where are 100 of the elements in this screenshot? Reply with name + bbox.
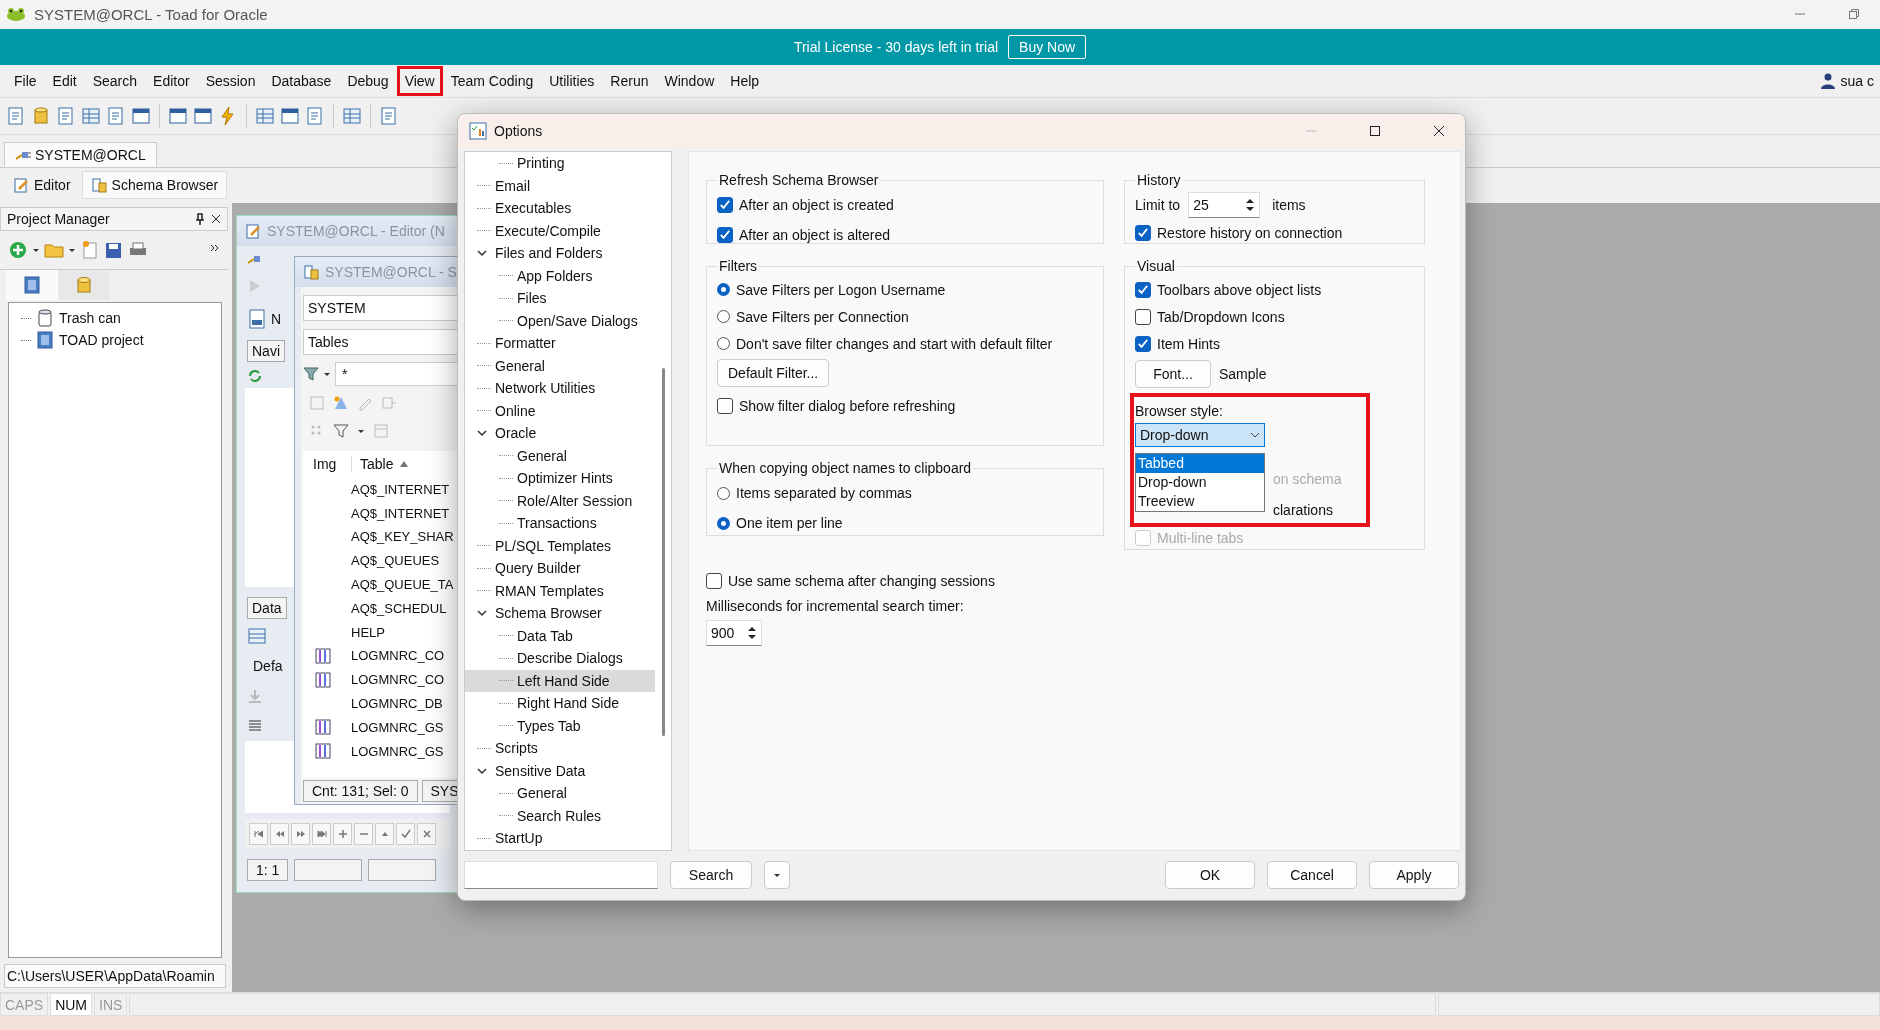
grid-icon[interactable] (247, 626, 267, 647)
limit-spinner[interactable]: 25 (1188, 192, 1261, 218)
radio-button[interactable] (717, 486, 730, 500)
browser-style-dropdown[interactable]: Drop-down (1135, 423, 1265, 447)
caret-icon[interactable] (32, 246, 40, 255)
table-name[interactable]: AQ$_INTERNET (351, 481, 450, 497)
tree-item[interactable]: Network Utilities (495, 380, 596, 397)
menu-item[interactable]: Search (84, 65, 146, 96)
tree-item[interactable]: Role/Alter Session (517, 492, 633, 509)
table-name[interactable]: LOGMNRC_CO (351, 672, 445, 688)
chevron-icon[interactable] (477, 428, 487, 439)
grid-icon[interactable] (81, 105, 101, 126)
table-name[interactable]: AQ$_KEY_SHAR (351, 529, 454, 545)
buy-now-button[interactable]: Buy Now (1008, 34, 1087, 59)
tree-item[interactable]: Files and Folders (495, 245, 603, 262)
search-field[interactable] (464, 861, 658, 889)
tree-item[interactable]: Email (495, 177, 530, 194)
window-icon[interactable] (168, 105, 188, 126)
last-button[interactable] (312, 823, 331, 846)
menu-item[interactable]: Editor (145, 65, 198, 96)
timer-spinner[interactable]: 900 (706, 620, 762, 646)
sql-tab[interactable]: N (271, 311, 282, 328)
check-button[interactable] (396, 823, 415, 846)
menu-item[interactable]: Database (263, 65, 340, 96)
menu-item[interactable]: File (6, 65, 45, 96)
chevron-icon[interactable] (477, 248, 487, 259)
checkbox[interactable] (717, 227, 733, 243)
window-icon[interactable] (131, 105, 151, 126)
caret-icon[interactable] (68, 246, 76, 255)
default-filter-button[interactable]: Default Filter... (717, 359, 830, 387)
checkbox[interactable] (1135, 308, 1151, 325)
panel-tab[interactable] (58, 270, 110, 301)
document-tab[interactable]: Editor (4, 171, 80, 200)
column-header[interactable]: Table (351, 456, 410, 473)
search-button[interactable]: Search (670, 861, 752, 889)
tree-item[interactable]: Sensitive Data (495, 762, 586, 779)
table-name[interactable]: LOGMNRC_CO (351, 648, 445, 664)
radio-button[interactable] (717, 283, 730, 296)
document-icon[interactable] (106, 105, 126, 126)
panel-tab[interactable] (6, 270, 58, 301)
radio-button[interactable] (717, 310, 730, 323)
menu-item[interactable]: Session (197, 65, 264, 96)
table-name[interactable]: AQ$_QUEUE_TA (351, 577, 454, 592)
radio-button[interactable] (717, 337, 730, 350)
tree-item[interactable]: Optimizer Hints (517, 470, 613, 487)
column-header[interactable]: Img (303, 456, 351, 473)
checkbox[interactable] (1135, 225, 1151, 241)
document-tab[interactable]: Schema Browser (81, 171, 228, 200)
tree-item[interactable]: Formatter (495, 335, 556, 352)
tree-item[interactable]: Executables (495, 200, 572, 217)
window-icon[interactable] (280, 105, 300, 126)
scrollbar-thumb[interactable] (662, 368, 665, 736)
menu-item[interactable]: Help (722, 65, 768, 96)
radio-button[interactable] (717, 516, 730, 530)
dialog-button[interactable]: Apply (1369, 861, 1459, 889)
default-tab[interactable]: Defa (247, 658, 283, 675)
dialog-button[interactable]: OK (1165, 861, 1255, 889)
chevron-icon[interactable] (477, 765, 487, 776)
menu-item[interactable]: Rerun (602, 65, 657, 96)
navigator-tab[interactable]: Navi (247, 340, 285, 363)
tree-item[interactable]: Search Rules (517, 807, 602, 824)
tree-item[interactable]: Files (517, 290, 547, 307)
dropdown-option[interactable]: Drop-down (1136, 473, 1264, 492)
minus-button[interactable] (354, 823, 373, 846)
document-icon[interactable] (379, 105, 399, 126)
tree-item[interactable]: Describe Dialogs (517, 650, 623, 667)
database-icon[interactable] (31, 105, 51, 126)
spinner-arrows-icon[interactable] (747, 625, 757, 641)
dialog-button[interactable]: Cancel (1267, 861, 1357, 889)
tree-item[interactable]: General (517, 785, 567, 802)
menu-item[interactable]: Utilities (541, 65, 603, 96)
menu-item[interactable]: Window (656, 65, 723, 96)
prev-button[interactable] (270, 823, 289, 846)
menu-item[interactable]: Debug (339, 65, 397, 96)
tree-item[interactable]: Open/Save Dialogs (517, 312, 638, 329)
grid-icon[interactable] (255, 105, 275, 126)
tree-item[interactable]: Oracle (495, 425, 537, 442)
document-icon[interactable] (6, 105, 26, 126)
close-icon[interactable] (211, 213, 221, 226)
caret-icon[interactable] (357, 427, 365, 436)
spinner-arrows-icon[interactable] (1245, 197, 1256, 213)
tree-item[interactable]: Right Hand Side (517, 695, 619, 712)
font-button[interactable]: Font... (1135, 360, 1211, 388)
tree-item[interactable]: Execute/Compile (495, 222, 601, 239)
chevron-icon[interactable] (477, 608, 487, 619)
tree-item[interactable]: PL/SQL Templates (495, 537, 611, 554)
tree-item[interactable]: App Folders (517, 267, 593, 284)
save-icon[interactable] (104, 240, 124, 261)
data-tab[interactable]: Data (247, 597, 287, 620)
refresh-icon[interactable] (247, 368, 263, 385)
table-name[interactable]: HELP (351, 624, 385, 640)
tree-item[interactable]: General (495, 357, 545, 374)
next-button[interactable] (291, 823, 310, 846)
maximize-icon[interactable] (1369, 125, 1381, 137)
tree-item[interactable]: Types Tab (517, 717, 581, 734)
checkbox[interactable] (717, 197, 733, 213)
schema-dropdown[interactable]: SYSTEM (303, 295, 459, 322)
dropdown-option[interactable]: Tabbed (1136, 454, 1264, 473)
menu-item[interactable]: View (396, 65, 443, 96)
tree-item[interactable]: Query Builder (495, 560, 581, 577)
